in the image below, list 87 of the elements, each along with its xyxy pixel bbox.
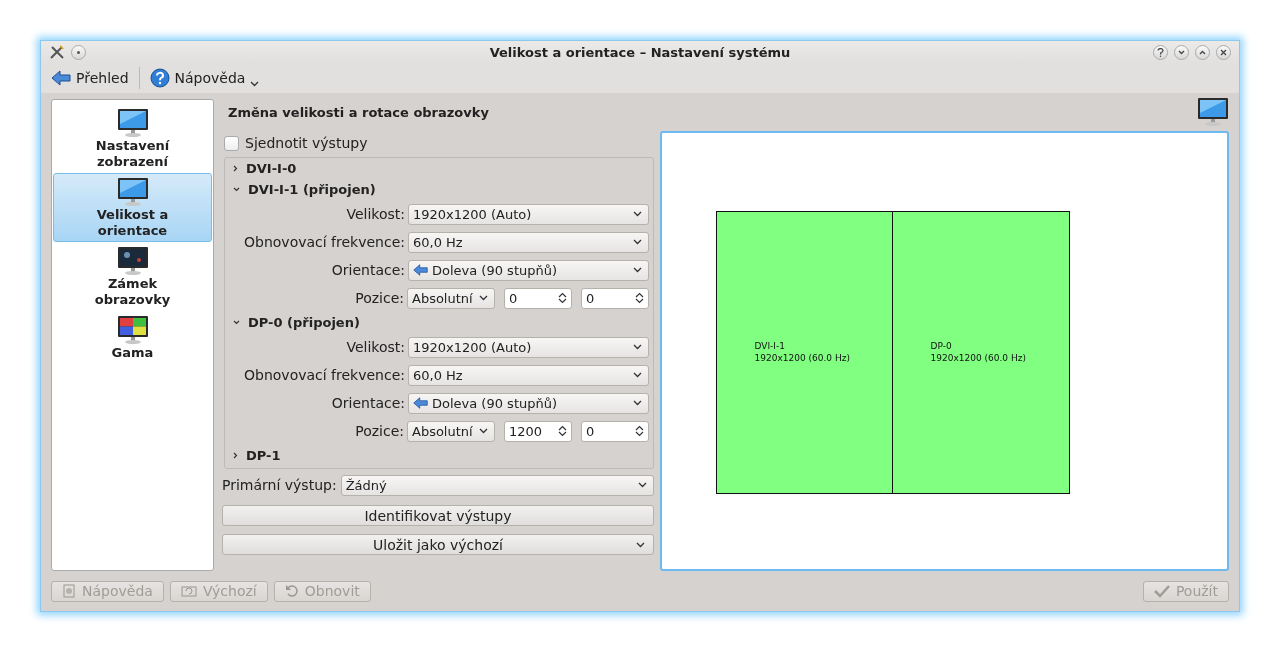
dropdown[interactable]: Absolutní [407, 287, 495, 309]
monitor-icon [116, 246, 149, 276]
field-label: Velikost: [345, 206, 405, 222]
caret-icon [633, 372, 642, 378]
color-monitor-icon [116, 315, 149, 345]
field-label: Pozice: [354, 423, 404, 439]
chevron-right-icon [233, 452, 238, 459]
dropdown[interactable]: Žádný [340, 474, 654, 496]
sidebar-item[interactable]: Gama [53, 311, 212, 364]
sidebar-item[interactable]: Velikost a orientace [53, 173, 212, 242]
help-document-icon [62, 584, 76, 598]
spin-box[interactable]: 0 [581, 420, 649, 442]
monitor-rectangle[interactable]: DP-0 1920x1200 (60.0 Hz) [892, 210, 1070, 494]
section-heading: Změna velikosti a rotace obrazovky [228, 104, 489, 120]
dropdown[interactable]: Doleva (90 stupňů) [408, 259, 649, 281]
left-arrow-icon [413, 264, 428, 276]
output-header[interactable]: DVI-I-0 [229, 158, 649, 179]
field-label: Obnovovací frekvence: [243, 234, 405, 250]
monitor-icon [1197, 97, 1229, 127]
minimize-button[interactable] [1174, 44, 1189, 60]
checkbox-label[interactable]: Sjednotit výstupy [245, 135, 368, 151]
caret-icon [250, 81, 260, 87]
sidebar-item[interactable]: Zámek obrazovky [53, 242, 212, 311]
help-icon [149, 68, 170, 88]
field-label: Orientace: [330, 395, 405, 411]
caret-icon [633, 239, 642, 245]
help-button[interactable] [1153, 44, 1168, 60]
caret-icon [479, 295, 488, 301]
monitor-mode: 1920x1200 (60.0 Hz) [754, 352, 851, 364]
dropdown[interactable]: 60,0 Hz [408, 231, 649, 253]
chevron-up-icon [1199, 49, 1206, 55]
monitor-name: DVI-I-1 [754, 340, 786, 352]
spin-arrows-icon [635, 424, 644, 437]
chevron-down-icon [1178, 49, 1185, 55]
spin-arrows-icon [558, 291, 567, 304]
dropdown[interactable]: 1920x1200 (Auto) [408, 203, 649, 225]
checkmark-icon [1153, 584, 1170, 598]
close-button[interactable] [1216, 44, 1231, 60]
output-header[interactable]: DVI-I-1 (připojen) [229, 179, 649, 200]
field-label: Velikost: [345, 339, 405, 355]
dropdown[interactable]: Absolutní [407, 420, 495, 442]
caret-icon [633, 211, 642, 217]
caret-icon [633, 344, 642, 350]
close-icon [1220, 48, 1227, 56]
spin-box[interactable]: 0 [504, 287, 572, 309]
caret-icon [638, 482, 647, 488]
field-label: Orientace: [330, 262, 405, 278]
caret-icon [479, 428, 488, 434]
caret-icon [633, 400, 642, 406]
window-title: Velikost a orientace – Nastavení systému [488, 44, 792, 60]
chevron-down-icon [233, 320, 240, 325]
identify-button[interactable]: Identifikovat výstupy [222, 505, 654, 526]
undo-icon [284, 584, 299, 598]
sidebar-item[interactable]: Nastavení zobrazení [53, 104, 212, 173]
monitor-icon [116, 177, 149, 207]
spin-box[interactable]: 0 [581, 287, 649, 309]
field-label: Pozice: [354, 290, 404, 306]
back-button[interactable]: Přehled [49, 68, 131, 88]
caret-icon [633, 267, 642, 273]
left-arrow-icon [413, 397, 428, 409]
chevron-right-icon [233, 165, 238, 172]
chevron-down-icon [233, 187, 240, 192]
caret-icon [636, 542, 645, 548]
spin-box[interactable]: 1200 [504, 420, 572, 442]
monitor-name: DP-0 [930, 340, 953, 352]
output-header[interactable]: DP-1 [229, 445, 649, 466]
dot-icon [77, 50, 80, 54]
maximize-button[interactable] [1195, 44, 1210, 60]
spin-arrows-icon [558, 424, 567, 437]
field-label: Primární výstup: [222, 477, 337, 493]
field-label: Obnovovací frekvence: [243, 367, 405, 383]
spin-arrows-icon [635, 291, 644, 304]
save-button[interactable]: Uložit jako výchozí [222, 534, 654, 555]
left-arrow-icon [51, 70, 71, 86]
monitor-icon [116, 108, 149, 138]
dropdown[interactable]: Doleva (90 stupňů) [408, 392, 649, 414]
tools-icon[interactable] [49, 44, 65, 60]
checkbox[interactable] [224, 135, 239, 151]
pin-button[interactable] [71, 44, 86, 60]
monitor-mode: 1920x1200 (60.0 Hz) [930, 352, 1027, 364]
question-mark-icon [1157, 47, 1164, 57]
output-header[interactable]: DP-0 (připojen) [229, 312, 649, 333]
help-menu-button[interactable]: Nápověda [147, 64, 262, 92]
monitor-rectangle[interactable]: DVI-I-1 1920x1200 (60.0 Hz) [715, 210, 893, 494]
dropdown[interactable]: 1920x1200 (Auto) [408, 336, 649, 358]
restore-icon [180, 584, 197, 598]
dropdown[interactable]: 60,0 Hz [408, 364, 649, 386]
